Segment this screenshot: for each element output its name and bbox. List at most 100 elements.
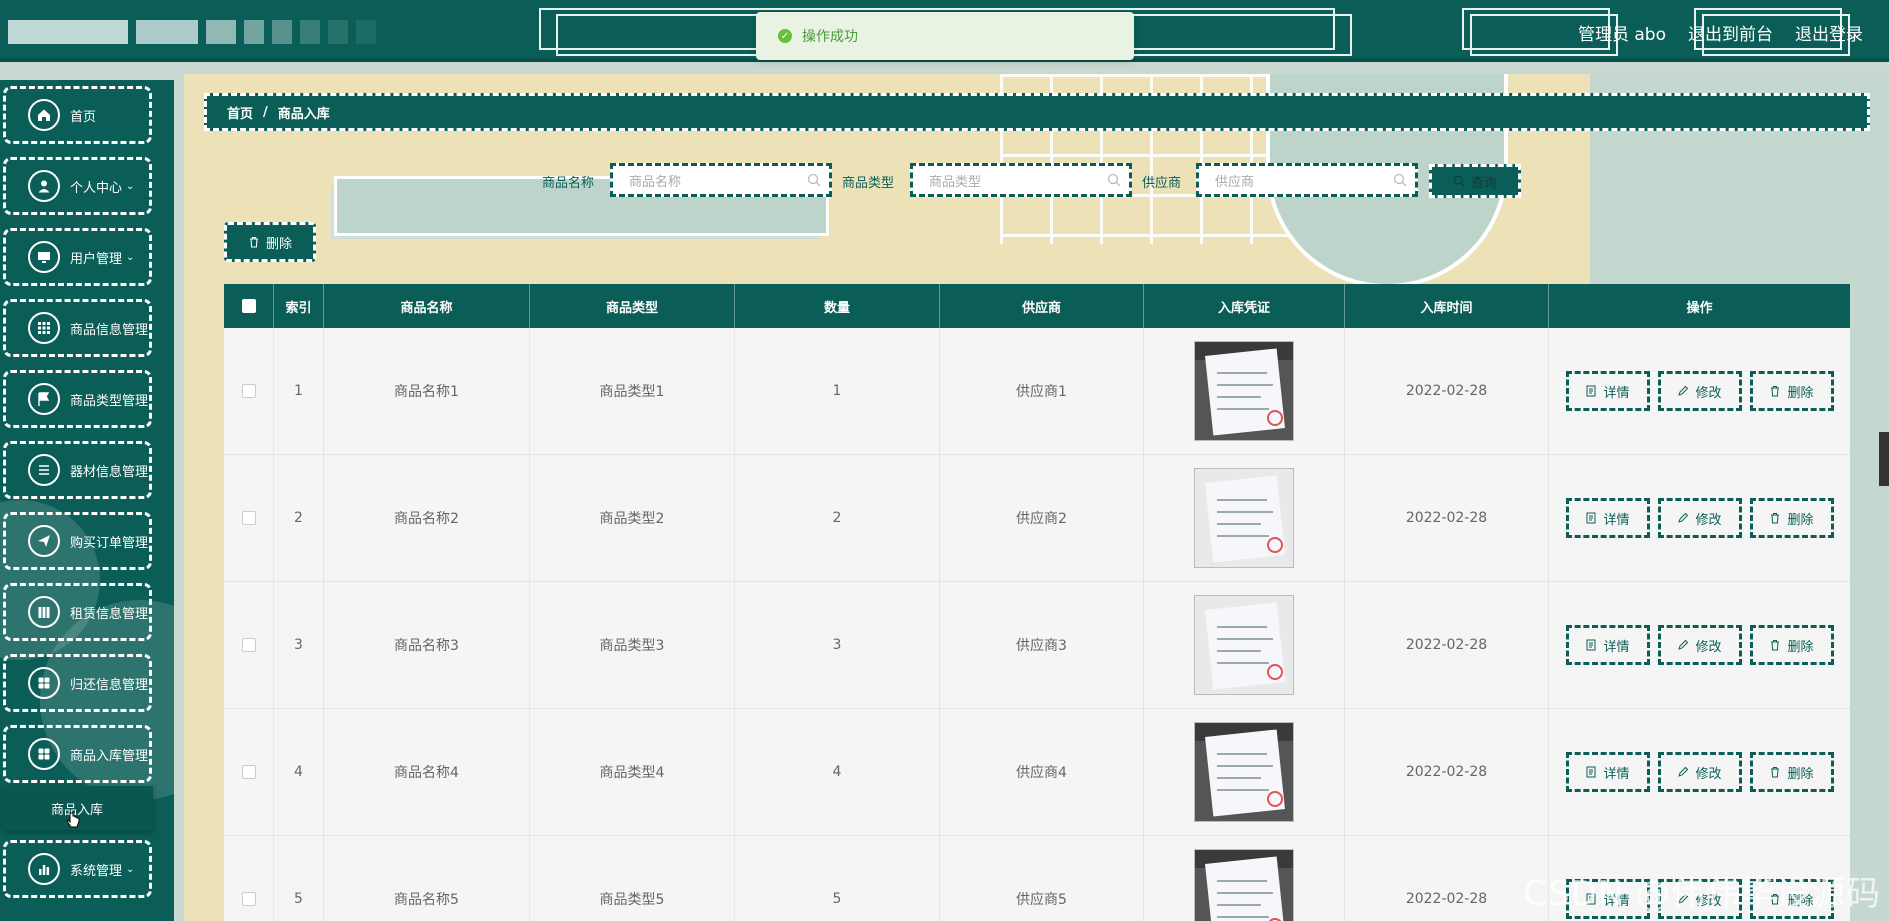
- voucher-image[interactable]: [1194, 468, 1294, 568]
- row-select-cell[interactable]: [224, 455, 274, 581]
- list-icon: [28, 454, 60, 486]
- row-checkbox[interactable]: [241, 638, 256, 652]
- index-cell: 4: [274, 709, 324, 835]
- supplier-input[interactable]: 供应商: [1196, 163, 1418, 197]
- sidebar-item[interactable]: 商品入库管理: [3, 725, 152, 783]
- sidebar-item[interactable]: 器材信息管理: [3, 441, 152, 499]
- detail-button[interactable]: 详情: [1565, 371, 1650, 411]
- sidebar-item[interactable]: 购买订单管理: [3, 512, 152, 570]
- column-header: 供应商: [940, 284, 1144, 328]
- breadcrumb-home[interactable]: 首页: [227, 103, 253, 122]
- edit-button[interactable]: 修改: [1657, 498, 1742, 538]
- table-body: 1 商品名称1 商品类型1 1 供应商1 2022-02-28 详情 修改 删除 2 商品名称2 商品…: [224, 328, 1850, 921]
- breadcrumb-current: 商品入库: [277, 106, 330, 122]
- stock-in-table: 索引 商品名称 商品类型 数量 供应商 入库凭证 入库时间 操作 1 商品名称1 商…: [224, 284, 1850, 921]
- delete-button[interactable]: 删除: [1749, 498, 1834, 538]
- to-frontend-link[interactable]: 退出到前台: [1688, 20, 1773, 45]
- delete-button[interactable]: 删除: [1749, 625, 1834, 665]
- select-all-cell[interactable]: [224, 284, 274, 328]
- sidebar-item-label: 首页: [70, 109, 97, 125]
- grid-icon: [28, 312, 60, 344]
- quantity-cell: 5: [735, 836, 940, 921]
- row-checkbox[interactable]: [241, 511, 256, 525]
- row-checkbox[interactable]: [241, 384, 256, 398]
- edit-icon: [1678, 512, 1689, 523]
- quantity-cell: 2: [735, 455, 940, 581]
- hand-cursor-icon: [66, 812, 80, 828]
- voucher-image[interactable]: [1194, 595, 1294, 695]
- chevron-down-icon: ⌄: [126, 863, 135, 875]
- row-select-cell[interactable]: [224, 328, 274, 454]
- batch-delete-button[interactable]: 删除: [224, 222, 316, 262]
- row-checkbox[interactable]: [241, 765, 256, 779]
- time-cell: 2022-02-28: [1345, 328, 1549, 454]
- sidebar-item[interactable]: 租赁信息管理: [3, 583, 152, 641]
- query-button[interactable]: 查询: [1429, 164, 1521, 198]
- time-cell: 2022-02-28: [1345, 709, 1549, 835]
- table-row: 4 商品名称4 商品类型4 4 供应商4 2022-02-28 详情 修改 删除: [224, 709, 1850, 836]
- supplier-cell: 供应商2: [940, 455, 1144, 581]
- column-header: 入库凭证: [1144, 284, 1345, 328]
- table-row: 3 商品名称3 商品类型3 3 供应商3 2022-02-28 详情 修改 删除: [224, 582, 1850, 709]
- delete-button[interactable]: 删除: [1749, 752, 1834, 792]
- sidebar-item[interactable]: 商品类型管理: [3, 370, 152, 428]
- chevron-down-icon: ⌄: [126, 251, 135, 263]
- sidebar-item[interactable]: 商品信息管理: [3, 299, 152, 357]
- voucher-image[interactable]: [1194, 341, 1294, 441]
- sidebar-item[interactable]: 用户管理 ⌄: [3, 228, 152, 286]
- column-header: 操作: [1686, 300, 1713, 316]
- edit-button[interactable]: 修改: [1657, 371, 1742, 411]
- voucher-image[interactable]: [1194, 849, 1294, 921]
- quantity-cell: 3: [735, 582, 940, 708]
- document-icon: [1586, 639, 1596, 651]
- product-type-cell: 商品类型1: [530, 328, 735, 454]
- detail-button[interactable]: 详情: [1565, 498, 1650, 538]
- time-cell: 2022-02-28: [1345, 836, 1549, 921]
- breadcrumb-separator: /: [263, 104, 268, 120]
- sidebar-item-label: 归还信息管理: [70, 677, 149, 693]
- voucher-cell: [1144, 328, 1345, 454]
- actions-cell: 详情 修改 删除: [1549, 328, 1850, 454]
- sidebar-item-label: 个人中心: [70, 180, 123, 196]
- edit-button[interactable]: 修改: [1657, 752, 1742, 792]
- logout-link[interactable]: 退出登录: [1795, 20, 1863, 45]
- product-name-input[interactable]: 商品名称: [610, 163, 832, 197]
- search-icon: [807, 173, 821, 187]
- sidebar-item-label: 购买订单管理: [70, 535, 149, 551]
- sidebar-item[interactable]: 归还信息管理: [3, 654, 152, 712]
- trash-icon: [1771, 767, 1780, 778]
- user-icon: [28, 170, 60, 202]
- sidebar-item[interactable]: 系统管理 ⌄: [3, 840, 152, 898]
- product-type-input[interactable]: 商品类型: [910, 163, 1132, 197]
- document-icon: [1586, 766, 1596, 778]
- row-select-cell[interactable]: [224, 709, 274, 835]
- scrollbar-handle[interactable]: [1879, 432, 1889, 486]
- edit-button[interactable]: 修改: [1657, 625, 1742, 665]
- row-checkbox[interactable]: [241, 892, 256, 906]
- column-header: 商品名称: [324, 284, 530, 328]
- column-header: 入库时间: [1345, 284, 1549, 328]
- voucher-cell: [1144, 709, 1345, 835]
- document-icon: [1586, 385, 1596, 397]
- column-header: 商品类型: [530, 284, 735, 328]
- time-cell: 2022-02-28: [1345, 582, 1549, 708]
- supplier-cell: 供应商3: [940, 582, 1144, 708]
- row-select-cell[interactable]: [224, 582, 274, 708]
- delete-button[interactable]: 删除: [1749, 371, 1834, 411]
- table-row: 2 商品名称2 商品类型2 2 供应商2 2022-02-28 详情 修改 删除: [224, 455, 1850, 582]
- column-header: 索引: [274, 284, 324, 328]
- sidebar-item[interactable]: 个人中心 ⌄: [3, 157, 152, 215]
- voucher-cell: [1144, 836, 1345, 921]
- sidebar-item[interactable]: 首页: [3, 86, 152, 144]
- site-logo: [8, 20, 376, 44]
- table-header: 索引 商品名称 商品类型 数量 供应商 入库凭证 入库时间 操作: [224, 284, 1850, 328]
- voucher-image[interactable]: [1194, 722, 1294, 822]
- detail-button[interactable]: 详情: [1565, 625, 1650, 665]
- product-name-cell: 商品名称2: [324, 455, 530, 581]
- detail-button[interactable]: 详情: [1565, 752, 1650, 792]
- send-icon: [28, 525, 60, 557]
- sidebar-item-label: 商品入库管理: [70, 748, 149, 764]
- sidebar-item-label: 系统管理: [70, 863, 123, 879]
- row-select-cell[interactable]: [224, 836, 274, 921]
- select-all-checkbox[interactable]: [241, 299, 256, 313]
